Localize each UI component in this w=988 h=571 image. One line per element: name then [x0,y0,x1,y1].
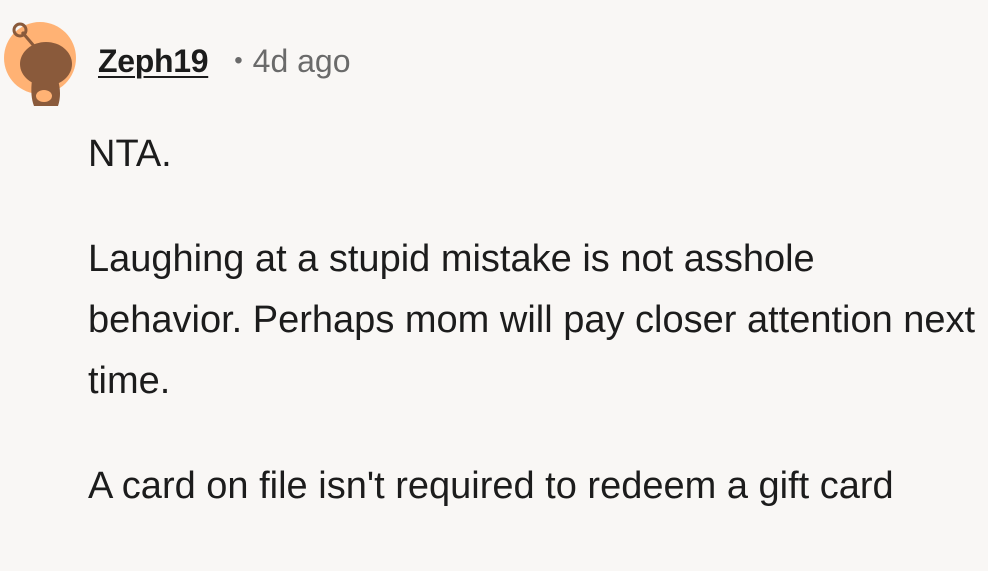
comment-paragraph: NTA. [88,133,172,175]
comment-paragraph: A card on file isn't required to redeem … [88,465,894,507]
comment-body: NTA. Laughing at a stupid mistake is not… [88,124,978,517]
meta-separator: • [234,47,243,74]
comment: Zeph19 • 4d ago NTA. Laughing at a stupi… [0,0,988,571]
timestamp[interactable]: 4d ago [253,43,351,80]
comment-paragraph: Laughing at a stupid mistake is not assh… [88,238,976,402]
snoo-avatar-icon[interactable] [4,10,76,106]
comment-header: Zeph19 • 4d ago [98,38,351,84]
author-link[interactable]: Zeph19 [98,43,209,80]
